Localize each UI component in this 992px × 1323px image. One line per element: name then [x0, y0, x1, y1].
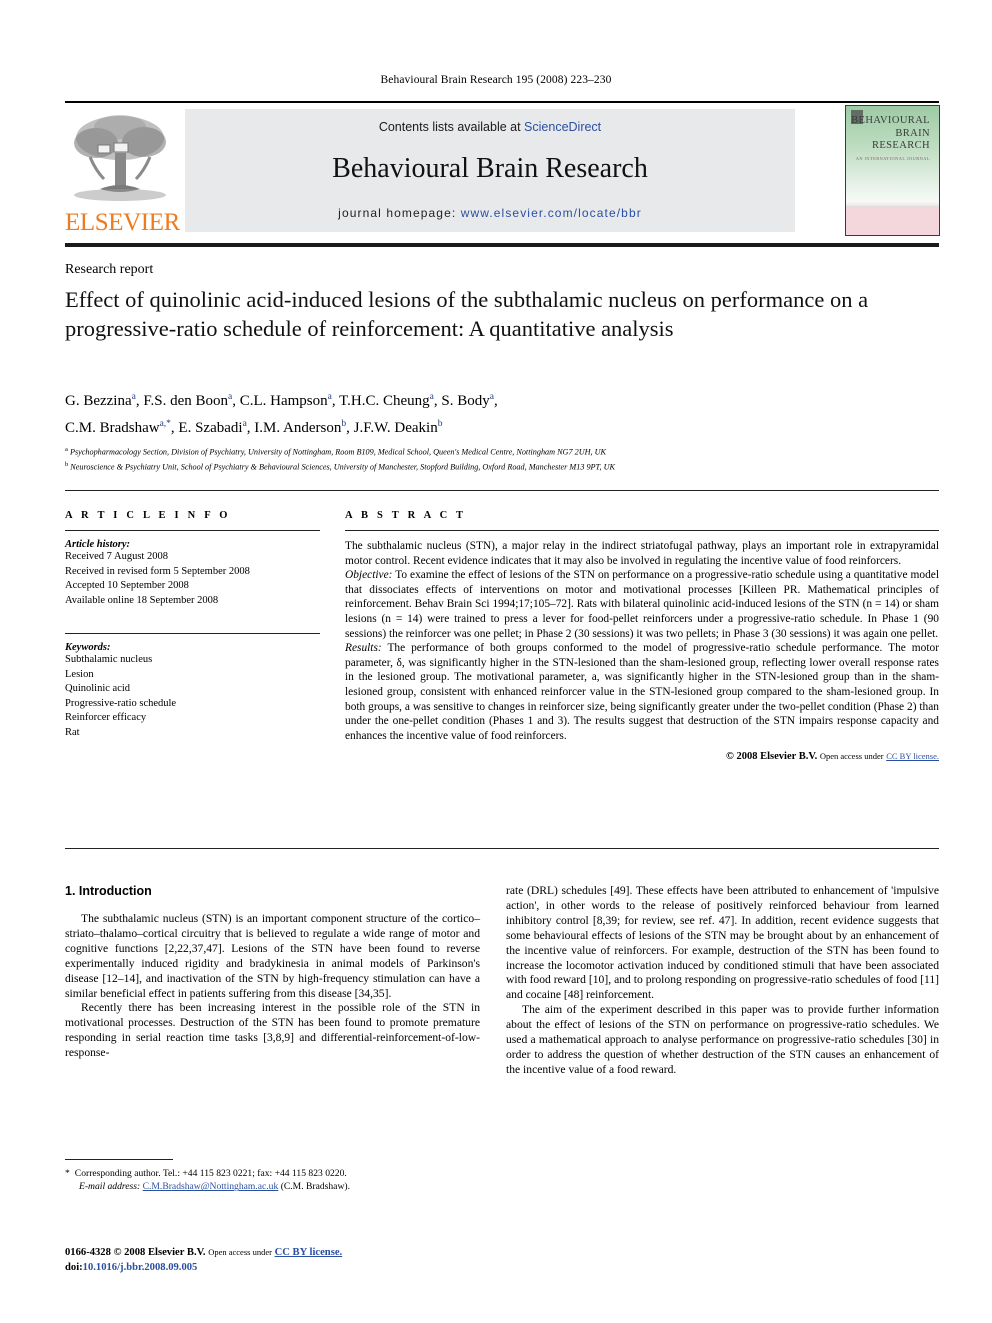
abstract-license-link[interactable]: CC BY license. [886, 751, 939, 761]
abstract-label: A B S T R A C T [345, 510, 467, 521]
abstract-objective-text: To examine the effect of lesions of the … [345, 569, 939, 640]
elsevier-logo: ELSEVIER [65, 107, 180, 236]
cover-title: BEHAVIOURAL BRAIN RESEARCH [846, 115, 938, 153]
article-info-label: A R T I C L E I N F O [65, 510, 231, 521]
keyword-item: Quinolinic acid [65, 683, 131, 694]
footnote-corresponding-text: Corresponding author. Tel.: +44 115 823 … [74, 1168, 347, 1179]
abstract-copyright: © 2008 Elsevier B.V. [726, 751, 818, 763]
cover-title-line3: RESEARCH [871, 140, 930, 151]
journal-band: Contents lists available at ScienceDirec… [185, 109, 795, 232]
page-footer: 0166-4328 © 2008 Elsevier B.V. Open acce… [65, 1245, 565, 1275]
abstract-para-1: The subthalamic nucleus (STN), a major r… [345, 540, 939, 567]
journal-masthead: ELSEVIER Contents lists available at Sci… [65, 101, 939, 235]
keyword-item: Progressive-ratio schedule [65, 697, 177, 709]
abstract-copyright-line: © 2008 Elsevier B.V. Open access under C… [345, 749, 939, 765]
footer-doi-label: doi: [65, 1261, 83, 1273]
abstract-para-results: Results: The performance of both groups … [345, 641, 939, 743]
abstract-column: A B S T R A C T The subthalamic nucleus … [345, 510, 939, 765]
affiliations: a Psychopharmacology Section, Division o… [65, 444, 925, 474]
abstract-divider [345, 530, 939, 531]
keyword-item: Rat [65, 726, 80, 738]
rule-above-info [65, 490, 939, 491]
history-received: Received 7 August 2008 [65, 551, 168, 562]
masthead-top-rule [65, 101, 939, 103]
journal-cover-thumbnail: BEHAVIOURAL BRAIN RESEARCH AN INTERNATIO… [845, 105, 940, 236]
footer-issn: 0166-4328 [65, 1247, 111, 1258]
footnote-rule [65, 1159, 173, 1160]
abstract-para-objective: Objective: To examine the effect of lesi… [345, 568, 939, 641]
history-accepted: Accepted 10 September 2008 [65, 580, 189, 591]
keyword-item: Lesion [65, 668, 94, 680]
article-info-column: A R T I C L E I N F O Article history: R… [65, 510, 320, 740]
author-line-1: G. Bezzinaa, F.S. den Boona, C.L. Hampso… [65, 392, 498, 409]
homepage-url-link[interactable]: www.elsevier.com/locate/bbr [461, 206, 642, 220]
elsevier-wordmark: ELSEVIER [65, 209, 180, 236]
history-online: Available online 18 September 2008 [65, 594, 219, 606]
abstract-objective-label: Objective: [345, 569, 393, 582]
keywords-heading: Keywords: [65, 642, 111, 653]
info-divider [65, 530, 320, 531]
article-type-label: Research report [65, 262, 154, 277]
footnote-email-attrib: (C.M. Bradshaw). [280, 1181, 350, 1193]
rule-below-abstract [65, 848, 939, 849]
heavy-rule [65, 243, 939, 247]
heading-introduction: 1. Introduction [65, 884, 152, 898]
journal-homepage-line: journal homepage: www.elsevier.com/locat… [185, 206, 795, 220]
footer-doi-line: doi:10.1016/j.bbr.2008.09.005 [65, 1261, 565, 1276]
author-line-2: C.M. Bradshawa,*, E. Szabadia, I.M. Ande… [65, 419, 443, 436]
elsevier-tree-icon [70, 111, 170, 207]
intro-paragraph-3: rate (DRL) schedules [49]. These effects… [506, 884, 939, 1002]
footnote-email-link[interactable]: C.M.Bradshaw@Nottingham.ac.uk [143, 1181, 279, 1192]
footer-doi-link[interactable]: 10.1016/j.bbr.2008.09.005 [83, 1262, 198, 1273]
journal-title: Behavioural Brain Research [332, 153, 648, 184]
intro-paragraph-2: Recently there has been increasing inter… [65, 1001, 480, 1060]
cover-subtitle: AN INTERNATIONAL JOURNAL [855, 156, 930, 161]
cover-title-line2: BRAIN [895, 127, 930, 139]
footnote-email-line: E-mail address: C.M.Bradshaw@Nottingham.… [65, 1180, 485, 1193]
body-column-right: rate (DRL) schedules [49]. These effects… [506, 884, 939, 1078]
footnote-email-label: E-mail address: [79, 1181, 141, 1193]
history-revised: Received in revised form 5 September 200… [65, 565, 250, 577]
page-title: Effect of quinolinic acid-induced lesion… [65, 287, 869, 341]
running-head: Behavioural Brain Research 195 (2008) 22… [380, 74, 612, 86]
article-page: Behavioural Brain Research 195 (2008) 22… [0, 0, 992, 1323]
abstract-results-label: Results: [345, 642, 382, 655]
sciencedirect-link[interactable]: ScienceDirect [524, 120, 601, 134]
intro-paragraph-4: The aim of the experiment described in t… [506, 1003, 939, 1076]
corresponding-author-footnote: * Corresponding author. Tel.: +44 115 823… [65, 1167, 485, 1194]
abstract-results-text: The performance of both groups conformed… [345, 642, 939, 742]
body-column-left: The subthalamic nucleus (STN) is an impo… [65, 912, 480, 1061]
keywords-divider [65, 633, 320, 634]
keyword-item: Subthalamic nucleus [65, 654, 153, 665]
abstract-body: The subthalamic nucleus (STN), a major r… [345, 539, 939, 765]
cover-title-line1: BEHAVIOURAL [851, 115, 930, 126]
affiliation-b: b Neuroscience & Psychiatry Unit, School… [65, 460, 615, 472]
footer-license-link[interactable]: CC BY license. [275, 1247, 343, 1258]
footnote-asterisk: * [65, 1168, 70, 1179]
contents-prefix: Contents lists available at [378, 120, 525, 134]
author-list: G. Bezzinaa, F.S. den Boona, C.L. Hampso… [65, 386, 895, 440]
contents-available-line: Contents lists available at ScienceDirec… [185, 120, 795, 134]
article-history-heading: Article history: [65, 539, 131, 550]
homepage-label: journal homepage: [338, 206, 457, 220]
footer-copyright: © 2008 Elsevier B.V. [113, 1247, 206, 1258]
cover-bottom-band [846, 206, 939, 235]
keyword-item: Reinforcer efficacy [65, 712, 147, 723]
footer-open-access-label: Open access under [208, 1247, 272, 1257]
abstract-open-access-label: Open access under [819, 751, 884, 762]
affiliation-a: a Psychopharmacology Section, Division o… [65, 446, 606, 457]
intro-paragraph-1: The subthalamic nucleus (STN) is an impo… [65, 912, 480, 1000]
footer-issn-line: 0166-4328 © 2008 Elsevier B.V. Open acce… [65, 1245, 565, 1261]
